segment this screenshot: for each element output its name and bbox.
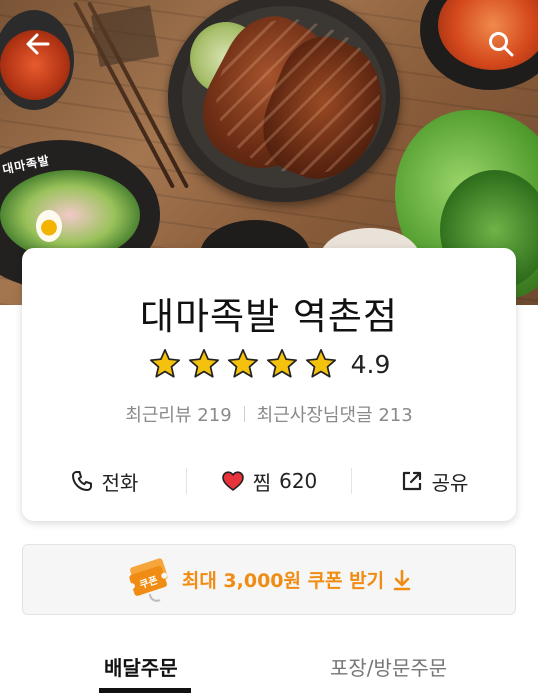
phone-icon bbox=[71, 471, 92, 491]
heart-icon bbox=[221, 471, 244, 491]
search-button[interactable] bbox=[483, 26, 519, 62]
tab-delivery[interactable]: 배달주문 bbox=[104, 652, 178, 681]
share-label: 공유 bbox=[431, 470, 469, 495]
favorite-button[interactable]: 찜 620 bbox=[187, 467, 351, 496]
star-icon bbox=[188, 348, 219, 378]
back-button[interactable] bbox=[20, 26, 56, 62]
review-summary: 최근리뷰 219 최근사장님댓글 213 bbox=[22, 401, 516, 427]
action-row: 전화 찜 620 공유 bbox=[22, 461, 516, 501]
active-tab-indicator bbox=[99, 688, 191, 693]
call-label: 전화 bbox=[101, 470, 139, 495]
divider bbox=[243, 406, 245, 422]
tab-pickup[interactable]: 포장/방문주문 bbox=[330, 652, 447, 681]
recent-review-label: 최근리뷰 bbox=[125, 405, 192, 426]
star-icon bbox=[305, 348, 336, 378]
back-arrow-icon bbox=[26, 33, 50, 55]
rating-value: 4.9 bbox=[350, 349, 391, 379]
order-type-tabs: 배달주문 포장/방문주문 bbox=[0, 640, 538, 700]
share-icon bbox=[402, 471, 421, 491]
search-icon bbox=[489, 32, 514, 57]
owner-reply-link[interactable]: 최근사장님댓글 213 bbox=[257, 401, 413, 427]
star-icon bbox=[149, 348, 180, 378]
owner-reply-count: 213 bbox=[378, 405, 413, 426]
star-icon bbox=[227, 348, 258, 378]
store-info-card: 대마족발 역촌점 4.9 최근리뷰 219 최근사장님댓글 213 전화 찜 6… bbox=[22, 248, 516, 521]
coupon-ticket-icon: 쿠폰 bbox=[128, 557, 168, 602]
recent-review-link[interactable]: 최근리뷰 219 bbox=[125, 401, 231, 427]
call-button[interactable]: 전화 bbox=[22, 467, 186, 496]
coupon-text: 최대 3,000원 쿠폰 받기 bbox=[181, 570, 385, 592]
owner-reply-label: 최근사장님댓글 bbox=[256, 405, 373, 426]
share-button[interactable]: 공유 bbox=[352, 467, 516, 496]
coupon-banner[interactable]: 쿠폰 최대 3,000원 쿠폰 받기 bbox=[22, 544, 516, 615]
star-icon bbox=[266, 348, 297, 378]
rating-row: 4.9 bbox=[22, 347, 516, 381]
download-arrow-icon bbox=[393, 569, 411, 590]
favorite-label: 찜 bbox=[252, 470, 272, 495]
store-name: 대마족발 역촌점 bbox=[139, 295, 399, 338]
favorite-count: 620 bbox=[279, 469, 318, 493]
recent-review-count: 219 bbox=[197, 405, 232, 426]
